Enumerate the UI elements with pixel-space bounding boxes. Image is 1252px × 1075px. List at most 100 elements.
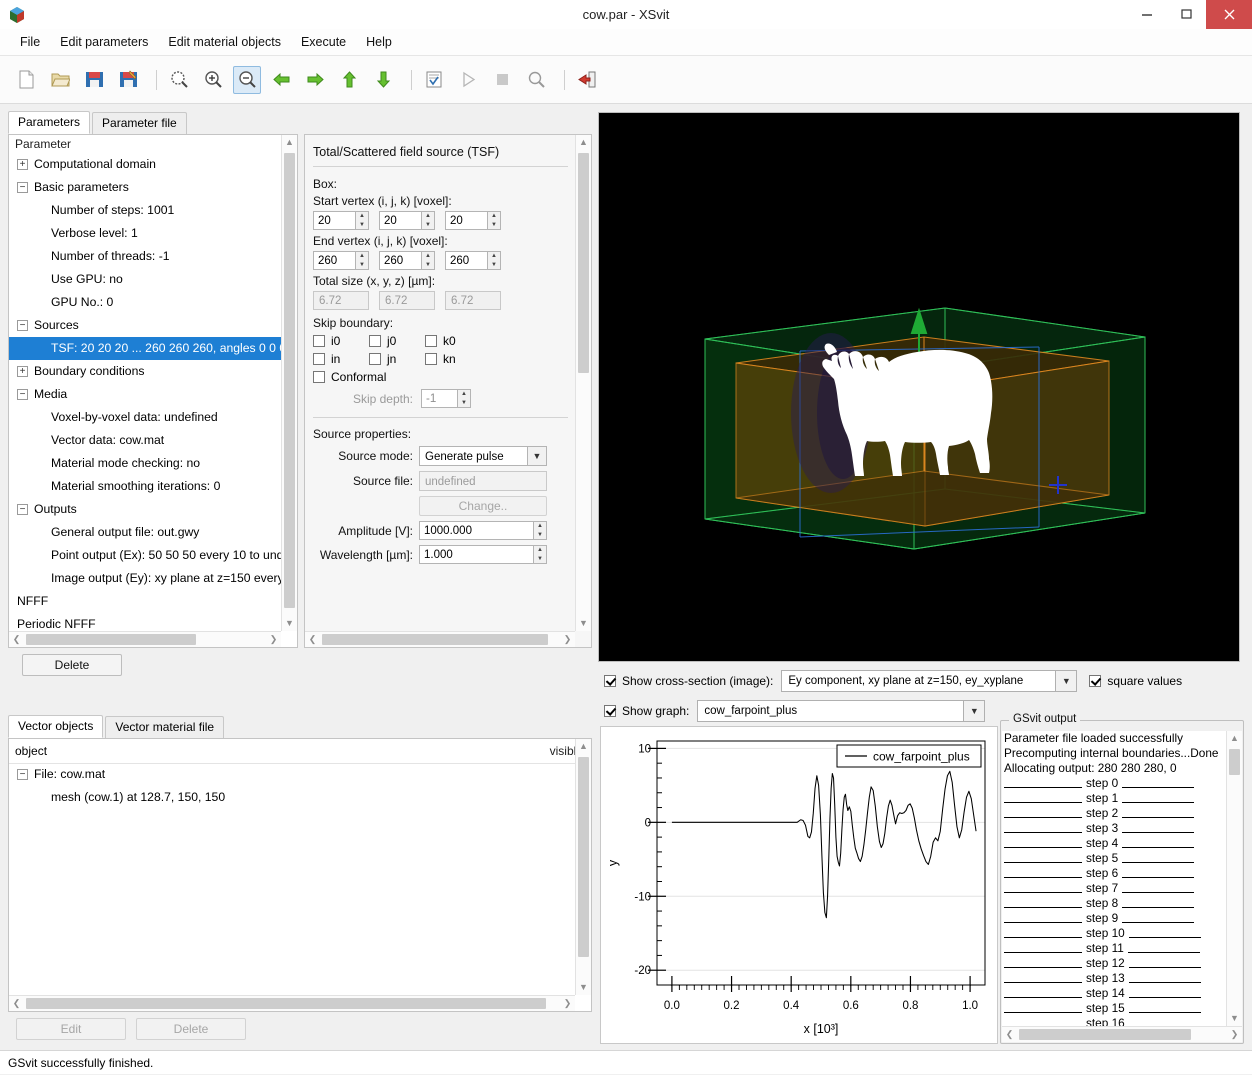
end-vertex-k-input[interactable] (445, 251, 487, 270)
arrow-down-icon[interactable] (369, 66, 397, 94)
tree-item[interactable]: +Boundary conditions (9, 360, 281, 383)
menu-execute[interactable]: Execute (291, 31, 356, 53)
tree-item[interactable]: Voxel-by-voxel data: undefined (9, 406, 281, 429)
menu-help[interactable]: Help (356, 31, 402, 53)
tsf-scroll-down-arrow[interactable]: ▼ (576, 616, 591, 631)
menu-file[interactable]: File (10, 31, 50, 53)
skip-boundary-jn-checkbox[interactable] (369, 353, 381, 365)
collapse-icon[interactable]: − (17, 320, 28, 331)
delete-vector-button[interactable]: Delete (136, 1018, 246, 1040)
vector-horizontal-scrollbar[interactable]: ❮ ❯ (9, 995, 575, 1011)
run-icon[interactable] (454, 66, 482, 94)
output-hscroll-right-arrow[interactable]: ❯ (1227, 1027, 1242, 1042)
hscroll-right-arrow[interactable]: ❯ (266, 632, 281, 647)
zoom-fit-icon[interactable] (165, 66, 193, 94)
start-vertex-j-stepper[interactable]: ▲▼ (379, 211, 435, 230)
tree-item[interactable]: Verbose level: 1 (9, 222, 281, 245)
tree-item[interactable]: Use GPU: no (9, 268, 281, 291)
tree-item[interactable]: Number of threads: -1 (9, 245, 281, 268)
skip-boundary-k0[interactable]: k0 (425, 334, 481, 348)
vector-objects-list[interactable]: object visible −File: cow.matmesh (cow.1… (8, 738, 592, 1012)
graph-select[interactable]: cow_farpoint_plus ▼ (697, 700, 985, 722)
arrow-left-icon[interactable] (267, 66, 295, 94)
exit-icon[interactable] (573, 66, 601, 94)
output-scroll-up-arrow[interactable]: ▲ (1227, 731, 1242, 746)
save-as-file-icon[interactable] (114, 66, 142, 94)
conformal-checkbox-item[interactable]: Conformal (313, 370, 386, 384)
tree-item[interactable]: Point output (Ex): 50 50 50 every 10 to … (9, 544, 281, 567)
skip-boundary-jn[interactable]: jn (369, 352, 425, 366)
tsf-hscroll-thumb[interactable] (322, 634, 548, 645)
tree-item[interactable]: GPU No.: 0 (9, 291, 281, 314)
source-mode-select[interactable]: Generate pulse ▼ (419, 446, 547, 466)
tree-item[interactable]: −Basic parameters (9, 176, 281, 199)
scroll-thumb[interactable] (284, 153, 295, 608)
open-file-icon[interactable] (46, 66, 74, 94)
vector-list-item[interactable]: −File: cow.mat (9, 763, 575, 786)
chevron-down-icon[interactable]: ▼ (963, 701, 984, 721)
tsf-scroll-up-arrow[interactable]: ▲ (576, 135, 591, 150)
arrow-right-icon[interactable] (301, 66, 329, 94)
skip-boundary-in[interactable]: in (313, 352, 369, 366)
tree-item[interactable]: −Media (9, 383, 281, 406)
tab-parameters[interactable]: Parameters (8, 111, 90, 134)
output-hscroll-thumb[interactable] (1019, 1029, 1191, 1040)
tab-vector-objects[interactable]: Vector objects (8, 715, 103, 738)
graph-panel[interactable]: 100-10-200.00.20.40.60.81.0100-10-200.00… (600, 726, 998, 1044)
end-vertex-j-input[interactable] (379, 251, 421, 270)
end-vertex-i-input[interactable] (313, 251, 355, 270)
start-vertex-i-stepper[interactable]: ▲▼ (313, 211, 369, 230)
tsf-vertical-scrollbar[interactable]: ▲ ▼ (575, 135, 591, 631)
tree-item[interactable]: Periodic NFFF (9, 613, 281, 631)
skip-boundary-i0-checkbox[interactable] (313, 335, 325, 347)
tsf-hscroll-left-arrow[interactable]: ❮ (305, 632, 320, 647)
collapse-icon[interactable]: − (17, 389, 28, 400)
scroll-down-arrow[interactable]: ▼ (282, 616, 297, 631)
chevron-down-icon[interactable]: ▼ (1055, 671, 1076, 691)
vector-scroll-up-arrow[interactable]: ▲ (576, 739, 591, 754)
wavelength-stepper[interactable]: ▲▼ (419, 545, 547, 564)
edit-vector-button[interactable]: Edit (16, 1018, 126, 1040)
tree-item[interactable]: −Outputs (9, 498, 281, 521)
tree-horizontal-scrollbar[interactable]: ❮ ❯ (9, 631, 281, 647)
skip-boundary-k0-checkbox[interactable] (425, 335, 437, 347)
new-file-icon[interactable] (12, 66, 40, 94)
arrow-up-icon[interactable] (335, 66, 363, 94)
close-button[interactable] (1206, 0, 1252, 29)
vector-scroll-down-arrow[interactable]: ▼ (576, 980, 591, 995)
expand-icon[interactable]: + (17, 159, 28, 170)
gsvit-output-list[interactable]: Parameter file loaded successfullyPrecom… (1002, 731, 1227, 1026)
save-file-icon[interactable] (80, 66, 108, 94)
output-scroll-thumb[interactable] (1229, 749, 1240, 775)
start-vertex-i-input[interactable] (313, 211, 355, 230)
amplitude-stepper[interactable]: ▲▼ (419, 521, 547, 540)
zoom-in-icon[interactable] (199, 66, 227, 94)
parameter-tree[interactable]: Parameter +Computational domain−Basic pa… (8, 134, 298, 648)
tree-item[interactable]: NFFF (9, 590, 281, 613)
tree-item[interactable]: Number of steps: 1001 (9, 199, 281, 222)
hscroll-left-arrow[interactable]: ❮ (9, 632, 24, 647)
start-vertex-k-stepper[interactable]: ▲▼ (445, 211, 501, 230)
skip-boundary-i0[interactable]: i0 (313, 334, 369, 348)
hscroll-thumb[interactable] (26, 634, 196, 645)
show-cross-section-checkbox[interactable] (604, 675, 616, 687)
vector-list-item[interactable]: mesh (cow.1) at 128.7, 150, 150 (9, 786, 575, 809)
amplitude-input[interactable] (419, 521, 533, 540)
inspect-icon[interactable] (522, 66, 550, 94)
chevron-down-icon[interactable]: ▼ (527, 447, 546, 465)
delete-parameter-button[interactable]: Delete (22, 654, 122, 676)
start-vertex-j-input[interactable] (379, 211, 421, 230)
tsf-horizontal-scrollbar[interactable]: ❮ ❯ (305, 631, 575, 647)
tab-parameter-file[interactable]: Parameter file (92, 112, 187, 134)
vector-scroll-thumb[interactable] (578, 757, 589, 957)
output-scroll-down-arrow[interactable]: ▼ (1227, 1011, 1242, 1026)
collapse-icon[interactable]: − (17, 504, 28, 515)
scene-viewport[interactable] (598, 112, 1240, 662)
zoom-out-icon[interactable] (233, 66, 261, 94)
tree-item[interactable]: General output file: out.gwy (9, 521, 281, 544)
skip-depth-stepper[interactable]: ▲▼ (421, 389, 471, 408)
end-vertex-k-stepper[interactable]: ▲▼ (445, 251, 501, 270)
end-vertex-j-stepper[interactable]: ▲▼ (379, 251, 435, 270)
tree-item[interactable]: TSF: 20 20 20 ... 260 260 260, angles 0 … (9, 337, 281, 360)
tab-vector-material-file[interactable]: Vector material file (105, 716, 224, 738)
